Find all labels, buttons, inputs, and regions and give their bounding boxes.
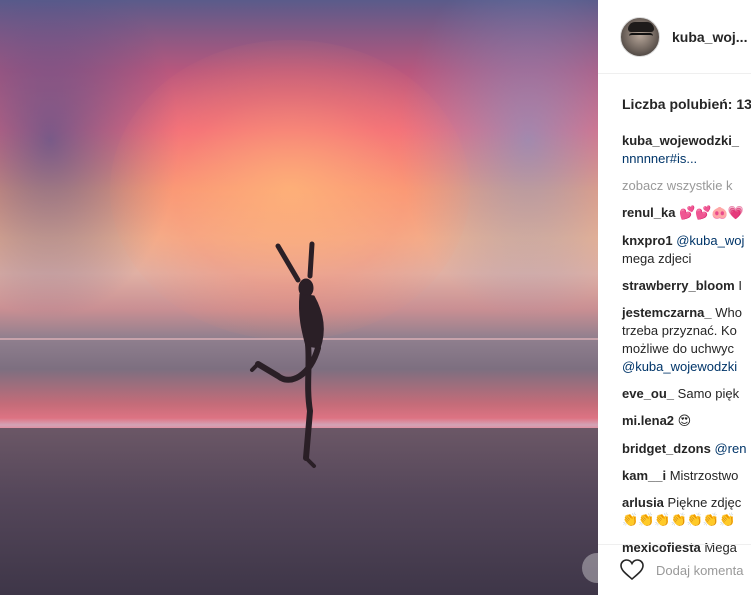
comment-item: strawberry_bloom I (622, 277, 751, 295)
comment-mention[interactable]: @kuba_woj (676, 233, 744, 248)
comment-username[interactable]: bridget_dzons (622, 441, 711, 456)
comment-text: Mistrzostwo (669, 468, 739, 483)
caption-text[interactable]: nnnnner#is... (622, 150, 751, 168)
comment-username[interactable]: kam__i (622, 468, 666, 483)
comment-text: mega zdjeci (622, 251, 692, 266)
comment-text: I (738, 278, 742, 293)
post-footer: Dodaj komenta (598, 544, 751, 595)
comment-item: knxpro1 @kuba_woj mega zdjeci (622, 232, 751, 268)
caption: kuba_wojewodzki_ nnnnner#is... (622, 132, 751, 168)
post-header: kuba_woj... (598, 0, 751, 74)
comment-text: 💕💕🐽💗 (679, 206, 744, 221)
comment-item: renul_ka 💕💕🐽💗 (622, 204, 751, 223)
see-all-comments-link[interactable]: zobacz wszystkie k (622, 177, 751, 195)
comment-username[interactable]: mi.lena2 (622, 413, 674, 428)
comment-mention[interactable]: @ren (714, 441, 746, 456)
comment-username[interactable]: jestemczarna_ (622, 305, 712, 320)
post-username[interactable]: kuba_woj... (672, 29, 747, 45)
comment-username[interactable]: strawberry_bloom (622, 278, 735, 293)
comment-text: Samo pięk (677, 386, 740, 401)
comment-text: Who (715, 305, 742, 320)
comment-username[interactable]: knxpro1 (622, 233, 673, 248)
heart-icon[interactable] (620, 559, 644, 581)
comment-username[interactable]: arlusia (622, 495, 664, 510)
post-sidebar: kuba_woj... Liczba polubień: 13, kuba_wo… (598, 0, 751, 595)
comment-item: eve_ou_ Samo pięk (622, 385, 751, 403)
comment-text-line: trzeba przyznać. Ko (622, 323, 737, 338)
comment-text-line: 👏👏👏👏👏👏👏 (622, 513, 736, 528)
comment-item: arlusia Piękne zdjęc 👏👏👏👏👏👏👏 (622, 494, 751, 530)
comment-username[interactable]: renul_ka (622, 205, 675, 220)
comment-username[interactable]: eve_ou_ (622, 386, 674, 401)
caption-username[interactable]: kuba_wojewodzki_ (622, 133, 739, 148)
comment-item: kam__i Mistrzostwo (622, 467, 751, 485)
comment-text-line: możliwe do uchwyc (622, 341, 734, 356)
comment-mention[interactable]: @kuba_wojewodzki (622, 358, 751, 376)
dancer-silhouette (250, 241, 324, 468)
likes-count[interactable]: Liczba polubień: 13, (622, 96, 751, 112)
avatar-hair (628, 21, 654, 32)
comment-text: Piękne zdjęc (667, 495, 742, 510)
comments-list: kuba_wojewodzki_ nnnnner#is... zobacz ws… (622, 132, 751, 557)
add-comment-input[interactable]: Dodaj komenta (656, 563, 743, 578)
avatar[interactable] (620, 16, 660, 57)
comment-item: jestemczarna_ Who trzeba przyznać. Ko mo… (622, 304, 751, 376)
comment-item: mi.lena2 😍 (622, 412, 751, 431)
avatar-glasses (629, 32, 653, 39)
comment-item: bridget_dzons @ren (622, 440, 751, 458)
post-photo[interactable] (0, 0, 598, 595)
comment-text: 😍 (677, 414, 692, 429)
